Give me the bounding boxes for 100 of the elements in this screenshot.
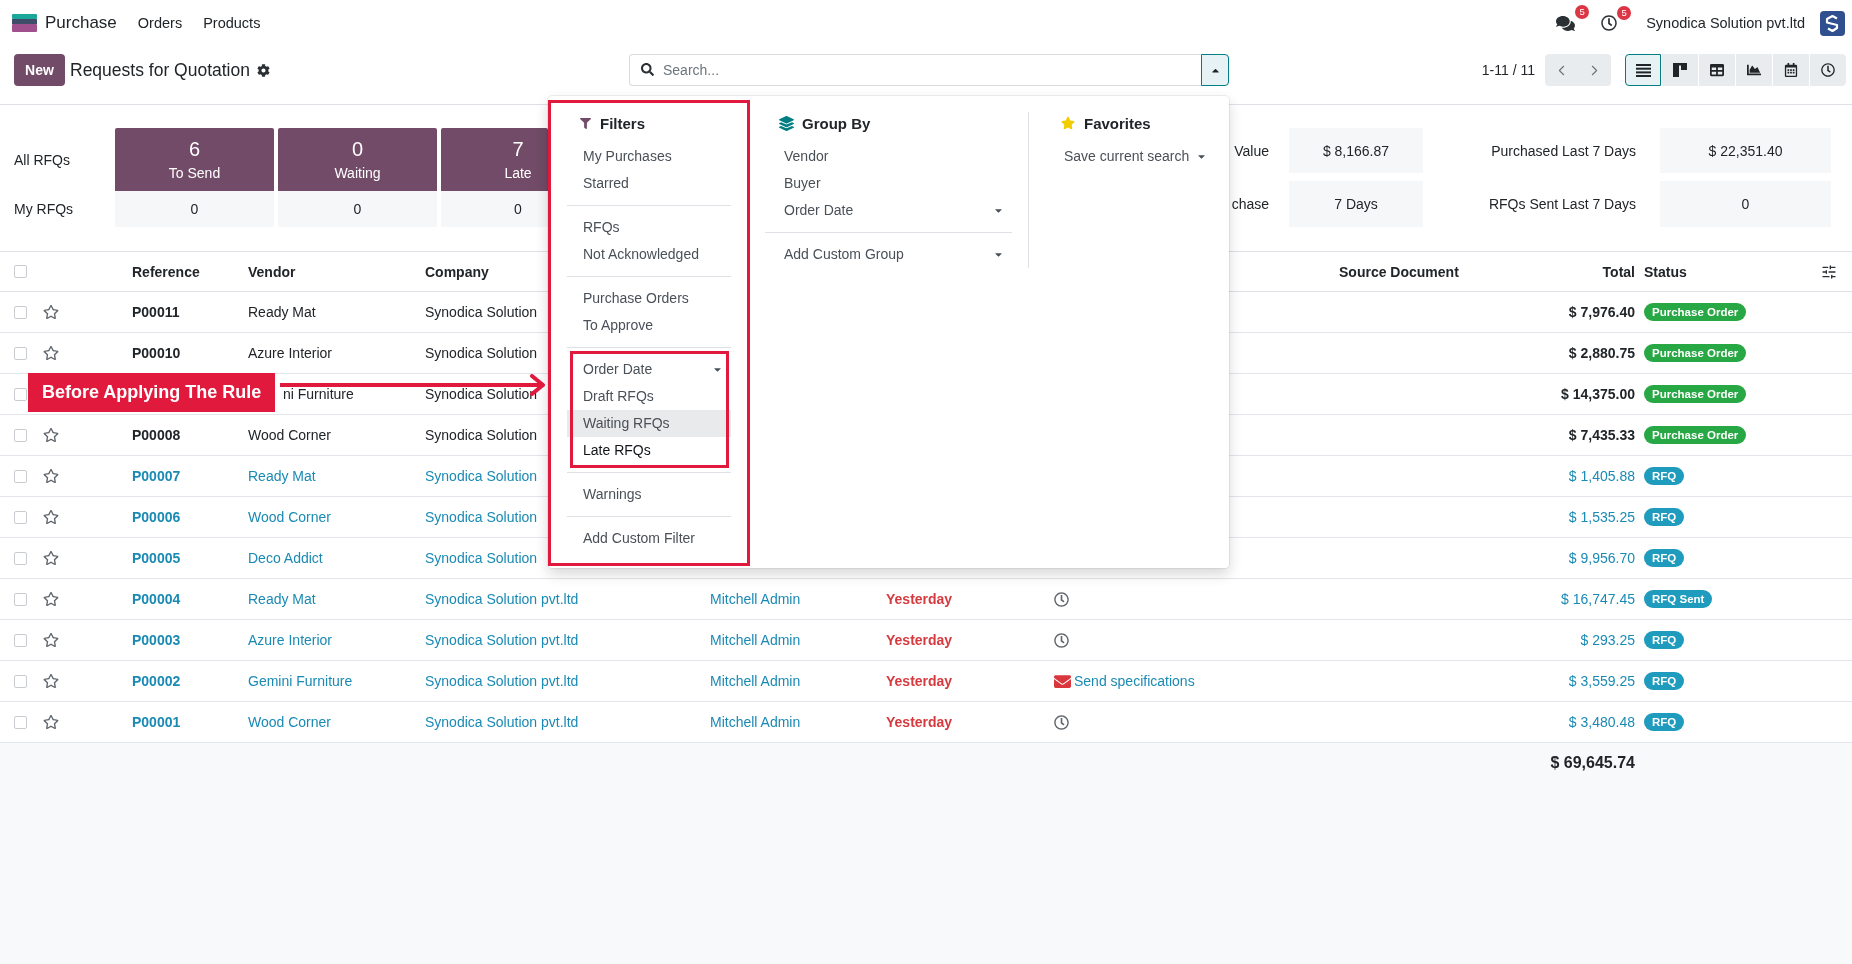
chat-icon[interactable]	[1556, 13, 1576, 33]
table-cell-text: $ 9,956.70	[1567, 550, 1636, 566]
menu-item[interactable]: My Purchases	[567, 142, 731, 170]
table-cell-text: Synodica Solution	[424, 509, 539, 525]
menu-item[interactable]: Waiting RFQs	[567, 409, 731, 437]
stat-tile[interactable]: 6 To Send	[115, 128, 274, 191]
stat-tile[interactable]: 0 Waiting	[278, 128, 437, 191]
clock-icon[interactable]	[1601, 15, 1618, 31]
row-checkbox[interactable]	[14, 715, 27, 729]
stat-value[interactable]: $ 8,166.87	[1289, 128, 1423, 173]
menu-item[interactable]: Late RFQs	[567, 436, 731, 464]
clock-icon[interactable]	[1054, 714, 1069, 730]
table-cell-text: Synodica Solution	[424, 386, 539, 402]
column-header[interactable]: Vendor	[240, 263, 304, 280]
stat-cell[interactable]: 0	[115, 191, 274, 227]
activity-summary[interactable]: Send specifications	[1074, 673, 1195, 689]
row-checkbox[interactable]	[14, 551, 27, 565]
row-checkbox[interactable]	[14, 633, 27, 647]
pager-value[interactable]: 1-11 / 11	[1481, 62, 1535, 78]
column-header[interactable]: Company	[417, 263, 497, 280]
section-heading: Filters	[600, 114, 645, 132]
stat-cell[interactable]: 0	[441, 191, 548, 227]
stat-value[interactable]: $ 22,351.40	[1660, 128, 1831, 173]
star-icon[interactable]	[43, 304, 59, 320]
company-name[interactable]: Synodica Solution pvt.ltd	[1646, 15, 1805, 31]
menu-item[interactable]: Save current search	[1029, 142, 1229, 170]
clock-icon[interactable]	[1054, 591, 1069, 607]
company-logo[interactable]	[1820, 10, 1845, 36]
menu-item[interactable]: Vendor	[765, 142, 1012, 170]
star-icon[interactable]	[43, 550, 59, 566]
menu-item[interactable]: Add Custom Filter	[567, 524, 731, 552]
menu-item[interactable]: RFQs	[567, 213, 731, 241]
menu-item[interactable]: To Approve	[567, 311, 731, 339]
clock-icon[interactable]	[1054, 632, 1069, 648]
tile-count: 0	[351, 137, 364, 161]
row-checkbox[interactable]	[14, 305, 27, 319]
row-checkbox[interactable]	[14, 346, 27, 360]
table-cell-text: Mitchell Admin	[709, 632, 802, 648]
stat-value[interactable]: 7 Days	[1289, 181, 1423, 227]
select-all-checkbox[interactable]	[14, 265, 27, 278]
table-cell-text: P00001	[131, 714, 182, 730]
column-header[interactable]: Reference	[124, 263, 208, 280]
menu-item[interactable]: Buyer	[765, 169, 1012, 197]
star-icon[interactable]	[43, 509, 59, 525]
table-cell-text: Azure Interior	[247, 345, 334, 361]
table-cell-text: P00005	[131, 550, 182, 566]
star-icon[interactable]	[43, 468, 59, 484]
table-cell-text: Yesterday	[885, 591, 954, 607]
row-checkbox[interactable]	[14, 674, 27, 688]
app-name[interactable]: Purchase	[45, 13, 117, 33]
row-checkbox[interactable]	[14, 428, 27, 442]
table-cell-text: $ 14,375.00	[1560, 386, 1636, 402]
table-cell-text: Deco Addict	[247, 550, 324, 566]
row-checkbox[interactable]	[14, 469, 27, 483]
star-icon[interactable]	[43, 345, 59, 361]
column-header[interactable]: Source Document	[1331, 263, 1467, 280]
layers-icon	[779, 115, 794, 131]
menu-item[interactable]: Draft RFQs	[567, 382, 731, 410]
menu-item[interactable]: Order Date	[765, 196, 1012, 224]
app-logo[interactable]	[12, 14, 37, 32]
column-header[interactable]: Status	[1643, 263, 1695, 280]
table-cell-text: P00011	[131, 304, 181, 320]
status-badge: RFQ	[1644, 549, 1685, 567]
search-field[interactable]: Search...	[629, 54, 1201, 86]
stat-value[interactable]: 0	[1660, 181, 1831, 227]
stat-label: Purchased Last 7 Days	[1490, 142, 1637, 159]
row-checkbox[interactable]	[14, 387, 27, 401]
row-label: All RFQs	[14, 151, 71, 168]
status-badge: Purchase Order	[1644, 303, 1747, 321]
table-cell-text: $ 2,880.75	[1567, 345, 1636, 361]
notification-badge: 5	[1617, 6, 1632, 20]
star-icon[interactable]	[43, 673, 59, 689]
stat-tile[interactable]: 7 Late	[441, 128, 548, 191]
new-button[interactable]: New	[14, 54, 65, 86]
calendar-icon	[1784, 63, 1798, 77]
table-cell-text: Ready Mat	[247, 304, 317, 320]
status-badge: RFQ	[1644, 631, 1685, 649]
menu-item[interactable]: Warnings	[567, 480, 731, 508]
envelope-icon[interactable]	[1054, 672, 1071, 690]
row-checkbox[interactable]	[14, 592, 27, 606]
menu-link[interactable]: Products	[203, 15, 261, 31]
view-switch-button[interactable]	[1625, 54, 1661, 86]
menu-item[interactable]: Not Acknowledged	[567, 240, 731, 268]
star-icon[interactable]	[43, 714, 59, 730]
funnel-icon	[580, 117, 591, 129]
search-options-toggle[interactable]	[1201, 54, 1229, 86]
menu-item[interactable]: Add Custom Group	[765, 240, 1012, 268]
stat-cell[interactable]: 0	[278, 191, 437, 227]
column-header[interactable]: Total	[1594, 263, 1643, 280]
star-icon[interactable]	[43, 632, 59, 648]
star-icon[interactable]	[43, 591, 59, 607]
sliders-icon[interactable]	[1821, 263, 1837, 280]
stat-label: Value	[1233, 142, 1270, 159]
star-icon[interactable]	[43, 427, 59, 443]
menu-item[interactable]: Starred	[567, 169, 731, 197]
menu-item[interactable]: Order Date	[567, 355, 731, 383]
row-checkbox[interactable]	[14, 510, 27, 524]
menu-item[interactable]: Purchase Orders	[567, 284, 731, 312]
gear-icon[interactable]	[256, 63, 270, 77]
menu-link[interactable]: Orders	[137, 15, 183, 31]
